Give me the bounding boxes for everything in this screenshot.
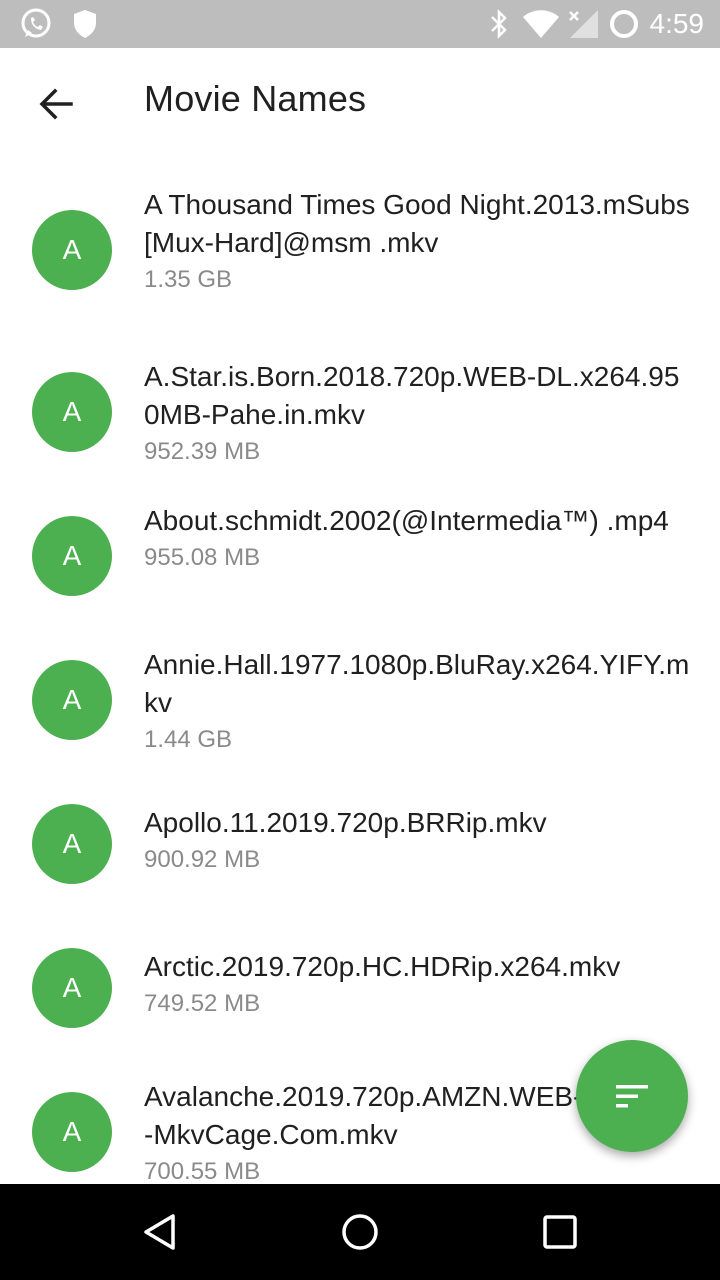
status-bar: 4:59 — [0, 0, 720, 48]
recents-square-icon — [543, 1215, 577, 1249]
list-item[interactable]: A A.Star.is.Born.2018.720p.WEB-DL.x264.9… — [0, 358, 720, 478]
avatar: A — [32, 1092, 112, 1172]
avatar: A — [32, 372, 112, 452]
avatar: A — [32, 804, 112, 884]
file-size: 900.92 MB — [144, 846, 261, 873]
page-title: Movie Names — [144, 78, 367, 119]
movie-list[interactable]: A A Thousand Times Good Night.2013.mSubs… — [0, 160, 720, 1184]
avatar: A — [32, 210, 112, 290]
arrow-back-icon — [39, 88, 73, 120]
wifi-icon — [522, 0, 560, 48]
whatsapp-icon — [18, 0, 54, 48]
file-size: 1.35 GB — [144, 266, 233, 293]
back-button[interactable] — [20, 68, 92, 140]
movie-name: A Thousand Times Good Night.2013.mSubs[M… — [144, 189, 690, 258]
movie-name: Apollo.11.2019.720p.BRRip.mkv — [144, 807, 547, 838]
list-item[interactable]: A A Thousand Times Good Night.2013.mSubs… — [0, 186, 720, 334]
file-size: 700.55 MB — [144, 1158, 261, 1184]
movie-name: About.schmidt.2002(@Intermedia™) .mp4 — [144, 505, 669, 536]
file-size: 1.44 GB — [144, 726, 233, 753]
sync-icon — [608, 0, 640, 48]
movie-name: A.Star.is.Born.2018.720p.WEB-DL.x264.950… — [144, 361, 680, 430]
list-item[interactable]: A Annie.Hall.1977.1080p.BluRay.x264.YIFY… — [0, 646, 720, 766]
list-item[interactable]: A About.schmidt.2002(@Intermedia™) .mp4 … — [0, 502, 720, 622]
file-size: 952.39 MB — [144, 438, 261, 465]
home-circle-icon — [342, 1214, 378, 1250]
list-item[interactable]: A Arctic.2019.720p.HC.HDRip.x264.mkv 749… — [0, 948, 720, 1048]
shield-icon — [72, 0, 98, 48]
signal-icon — [568, 0, 600, 48]
file-size: 749.52 MB — [144, 990, 261, 1017]
bluetooth-icon — [488, 0, 510, 48]
nav-recents-button[interactable] — [500, 1184, 620, 1280]
navigation-bar — [0, 1184, 720, 1280]
movie-name: Annie.Hall.1977.1080p.BluRay.x264.YIFY.m… — [144, 649, 690, 718]
avatar: A — [32, 948, 112, 1028]
avatar: A — [32, 516, 112, 596]
sort-button[interactable] — [576, 1040, 688, 1152]
nav-back-button[interactable] — [100, 1184, 220, 1280]
nav-home-button[interactable] — [300, 1184, 420, 1280]
app-bar: Movie Names — [0, 48, 720, 160]
avatar: A — [32, 660, 112, 740]
sort-icon — [616, 1085, 648, 1108]
file-size: 955.08 MB — [144, 544, 261, 571]
list-item[interactable]: A Apollo.11.2019.720p.BRRip.mkv 900.92 M… — [0, 804, 720, 904]
back-triangle-icon — [144, 1214, 175, 1250]
status-time: 4:59 — [649, 8, 705, 39]
movie-name: Arctic.2019.720p.HC.HDRip.x264.mkv — [144, 951, 621, 982]
